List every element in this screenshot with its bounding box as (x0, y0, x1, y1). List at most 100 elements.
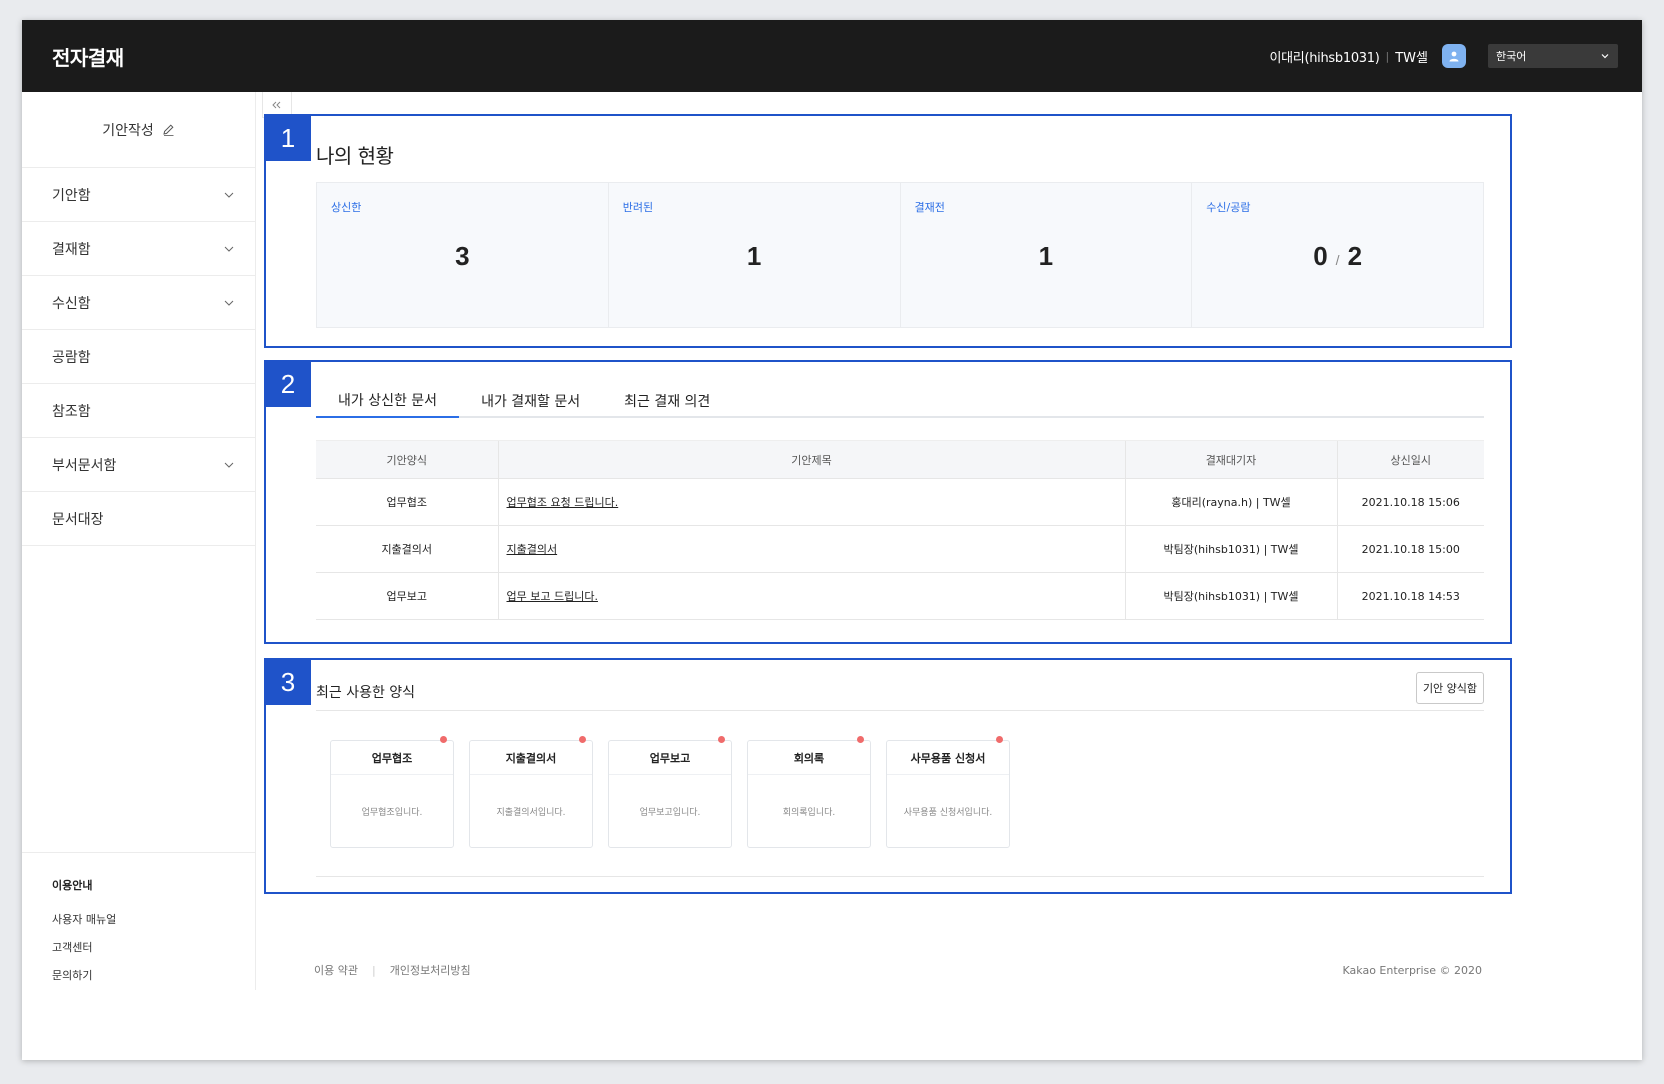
form-cards: 업무협조 업무협조입니다. 지출결의서 지출결의서입니다. 업무보고 업무보고입… (330, 736, 1025, 848)
documents-table: 기안양식 기안제목 결재대기자 상신일시 업무협조 업무협조 요청 드립니다. … (316, 440, 1484, 620)
app-window: 전자결재 이대리(hihsb1031) | TW셀 한국어 기안작성 기안함 결… (22, 20, 1642, 1060)
form-card[interactable]: 사무용품 신청서 사무용품 신청서입니다. (886, 736, 1010, 848)
double-chevron-left-icon (272, 101, 281, 108)
column-header: 기안양식 (316, 440, 498, 479)
tab-recent-comments[interactable]: 최근 결재 의견 (602, 384, 732, 418)
recent-forms-title: 최근 사용한 양식 (316, 685, 416, 701)
chevron-down-icon (224, 462, 234, 468)
user-icon (1449, 51, 1459, 62)
compose-button[interactable]: 기안작성 (22, 92, 255, 168)
form-library-button[interactable]: 기안 양식함 (1416, 672, 1484, 704)
tab-to-approve[interactable]: 내가 결재할 문서 (459, 384, 602, 418)
chevron-down-icon (224, 300, 234, 306)
new-indicator-dot (996, 736, 1003, 743)
date-cell: 2021.10.18 15:06 (1336, 478, 1484, 526)
stat-submitted[interactable]: 상신한 3 (317, 183, 609, 327)
form-cell: 지출결의서 (316, 525, 498, 573)
documents-panel: 2 내가 상신한 문서 내가 결재할 문서 최근 결재 의견 기안양식 기안제목… (264, 360, 1512, 644)
form-card[interactable]: 업무보고 업무보고입니다. (608, 736, 732, 848)
form-card-name: 업무협조 (331, 741, 453, 775)
compose-label: 기안작성 (102, 122, 154, 139)
help-title: 이용안내 (52, 879, 93, 892)
form-cell: 업무협조 (316, 478, 498, 526)
document-title-link[interactable]: 지출결의서 (497, 525, 1125, 573)
form-card-name: 지출결의서 (470, 741, 592, 775)
document-tabs: 내가 상신한 문서 내가 결재할 문서 최근 결재 의견 (316, 384, 1484, 418)
help-link-manual[interactable]: 사용자 매뉴얼 (52, 911, 225, 927)
stat-value: 3 (455, 241, 470, 271)
user-name: 이대리(hihsb1031) (1269, 50, 1380, 66)
section-badge: 1 (265, 115, 311, 161)
document-title-link[interactable]: 업무협조 요청 드립니다. (497, 478, 1125, 526)
chevron-down-icon (224, 192, 234, 198)
help-link-support[interactable]: 고객센터 (52, 939, 225, 955)
form-cell: 업무보고 (316, 572, 498, 620)
sidebar: 기안작성 기안함 결재함 수신함 공람함 참조함 부서문서함 문서대장 이용안내… (22, 92, 256, 990)
footer-separator: | (371, 963, 376, 977)
stat-value-circulated: 2 (1347, 241, 1363, 271)
footer-privacy-link[interactable]: 개인정보처리방침 (390, 962, 471, 978)
user-separator: | (1385, 49, 1390, 63)
approver-cell: 박팀장(hihsb1031) | TW셀 (1124, 525, 1337, 573)
chevron-down-icon (1601, 54, 1609, 59)
form-card[interactable]: 업무협조 업무협조입니다. (330, 736, 454, 848)
form-card-desc: 지출결의서입니다. (496, 808, 566, 818)
user-area: 이대리(hihsb1031) | TW셀 한국어 (1269, 42, 1618, 70)
table-row[interactable]: 업무협조 업무협조 요청 드립니다. 홍대리(rayna.h) | TW셀 20… (316, 478, 1484, 526)
sidebar-item-inbox[interactable]: 수신함 (22, 276, 255, 330)
approver-cell: 박팀장(hihsb1031) | TW셀 (1124, 572, 1337, 620)
form-card-name: 업무보고 (609, 741, 731, 775)
top-bar: 전자결재 이대리(hihsb1031) | TW셀 한국어 (22, 20, 1642, 92)
my-status-panel: 1 나의 현황 상신한 3 반려된 1 결재전 1 수신/공람 0 / 2 (264, 114, 1512, 348)
sidebar-item-department-docs[interactable]: 부서문서함 (22, 438, 255, 492)
form-card-name: 회의록 (748, 741, 870, 775)
user-team: TW셀 (1395, 50, 1428, 66)
help-section: 이용안내 사용자 매뉴얼 고객센터 문의하기 (22, 852, 255, 1019)
slash-separator: / (1335, 252, 1340, 268)
sidebar-item-circulation[interactable]: 공람함 (22, 330, 255, 384)
new-indicator-dot (440, 736, 447, 743)
footer-copyright: Kakao Enterprise © 2020 (1342, 963, 1482, 977)
sidebar-item-label: 기안함 (52, 187, 91, 204)
stat-label: 반려된 (622, 201, 654, 214)
pencil-icon (163, 124, 174, 136)
footer: 이용 약관 | 개인정보처리방침 Kakao Enterprise © 2020 (314, 960, 1482, 980)
sidebar-item-reference[interactable]: 참조함 (22, 384, 255, 438)
sidebar-item-drafts[interactable]: 기안함 (22, 168, 255, 222)
sidebar-item-approvals[interactable]: 결재함 (22, 222, 255, 276)
form-card[interactable]: 지출결의서 지출결의서입니다. (469, 736, 593, 848)
sidebar-item-document-register[interactable]: 문서대장 (22, 492, 255, 546)
stat-label: 수신/공람 (1206, 201, 1251, 214)
table-row[interactable]: 업무보고 업무 보고 드립니다. 박팀장(hihsb1031) | TW셀 20… (316, 572, 1484, 620)
form-card-desc: 사무용품 신청서입니다. (903, 808, 993, 818)
tab-my-submitted[interactable]: 내가 상신한 문서 (316, 384, 460, 418)
chevron-down-icon (224, 246, 234, 252)
form-card[interactable]: 회의록 회의록입니다. (747, 736, 871, 848)
document-title-link[interactable]: 업무 보고 드립니다. (497, 572, 1125, 620)
form-card-name: 사무용품 신청서 (887, 741, 1009, 775)
stat-label: 상신한 (331, 201, 362, 214)
divider (316, 710, 1484, 711)
date-cell: 2021.10.18 15:00 (1336, 525, 1484, 573)
stat-rejected[interactable]: 반려된 1 (609, 183, 901, 327)
table-row[interactable]: 지출결의서 지출결의서 박팀장(hihsb1031) | TW셀 2021.10… (316, 525, 1484, 573)
avatar[interactable] (1442, 44, 1466, 68)
status-stats: 상신한 3 반려된 1 결재전 1 수신/공람 0 / 2 (316, 182, 1484, 328)
stat-value: 0 / 2 (1192, 241, 1483, 272)
help-link-inquiry[interactable]: 문의하기 (52, 967, 225, 983)
sidebar-item-label: 부서문서함 (52, 457, 117, 474)
sidebar-item-label: 결재함 (52, 241, 91, 258)
language-select[interactable]: 한국어 (1488, 44, 1618, 68)
stat-pending[interactable]: 결재전 1 (901, 183, 1193, 327)
new-indicator-dot (857, 736, 864, 743)
section-badge: 3 (265, 659, 311, 705)
stat-value: 1 (1038, 241, 1054, 271)
approver-cell: 홍대리(rayna.h) | TW셀 (1124, 478, 1337, 526)
app-title[interactable]: 전자결재 (52, 42, 124, 71)
stat-label: 결재전 (914, 201, 945, 214)
footer-terms-link[interactable]: 이용 약관 (314, 962, 358, 978)
new-indicator-dot (718, 736, 725, 743)
stat-received-circulated[interactable]: 수신/공람 0 / 2 (1192, 183, 1483, 327)
section-badge: 2 (265, 361, 311, 407)
sidebar-item-label: 공람함 (52, 349, 91, 366)
